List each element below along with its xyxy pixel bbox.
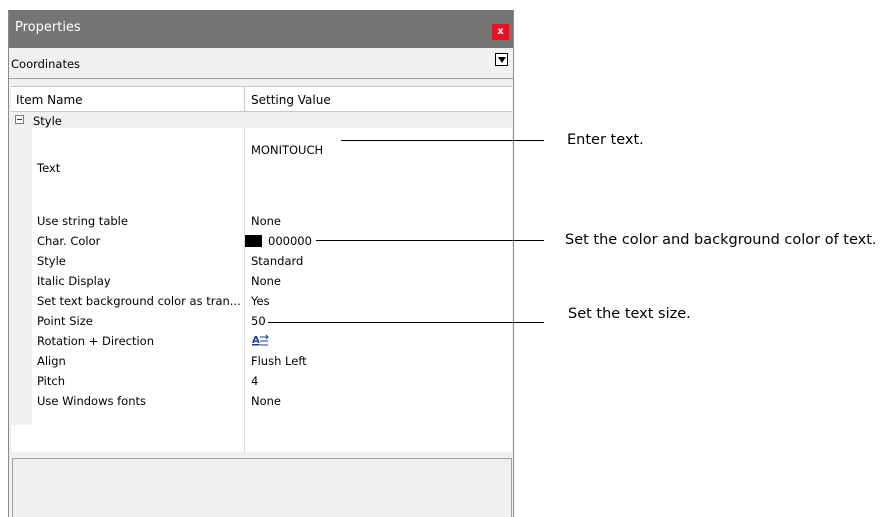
title-bar[interactable]: Properties x	[9, 10, 513, 48]
property-value-text[interactable]: MONITOUCH	[251, 143, 323, 157]
property-name: Style	[37, 254, 66, 268]
callout-line-size	[268, 322, 544, 323]
property-name: Use string table	[37, 214, 128, 228]
property-name: Point Size	[37, 314, 93, 328]
property-name: Italic Display	[37, 274, 111, 288]
property-name: Text	[37, 161, 61, 175]
property-value[interactable]: None	[251, 214, 281, 228]
property-row-style[interactable]: Style Standard	[32, 253, 512, 269]
property-row-align[interactable]: Align Flush Left	[32, 353, 512, 369]
property-row-windows-fonts[interactable]: Use Windows fonts None	[32, 393, 512, 409]
property-row-pitch[interactable]: Pitch 4	[32, 373, 512, 389]
properties-window: Properties x Coordinates Item Name Setti…	[8, 10, 514, 517]
text-direction-icon[interactable]: A	[251, 333, 271, 352]
property-value-point-size[interactable]: 50	[251, 314, 266, 328]
collapse-icon[interactable]	[15, 115, 24, 124]
grid-gutter	[11, 112, 32, 425]
property-row-rotation[interactable]: Rotation + Direction A	[32, 333, 512, 349]
property-value[interactable]: None	[251, 274, 281, 288]
property-value[interactable]: 4	[251, 374, 258, 388]
object-selector[interactable]: Coordinates	[9, 50, 513, 79]
property-name: Char. Color	[37, 234, 101, 248]
property-row-string-table[interactable]: Use string table None	[32, 213, 512, 229]
property-row-transparent-bg[interactable]: Set text background color as tran... Yes	[32, 293, 512, 309]
description-pane	[12, 458, 512, 517]
callout-text-size: Set the text size.	[568, 306, 691, 322]
property-name: Pitch	[37, 374, 65, 388]
property-value[interactable]: Flush Left	[251, 354, 307, 368]
property-value-color[interactable]: 000000	[245, 234, 312, 248]
svg-text:A: A	[252, 335, 260, 346]
dropdown-arrow-icon[interactable]	[495, 53, 508, 66]
property-row-italic[interactable]: Italic Display None	[32, 273, 512, 289]
property-name: Rotation + Direction	[37, 334, 154, 348]
selector-value: Coordinates	[11, 57, 81, 71]
window-title: Properties	[15, 20, 81, 35]
property-name: Use Windows fonts	[37, 394, 147, 408]
category-row-style[interactable]: Style	[11, 112, 512, 128]
property-row-point-size[interactable]: Point Size 50	[32, 313, 512, 329]
header-item-name[interactable]: Item Name	[16, 93, 83, 107]
category-label: Style	[33, 114, 62, 128]
property-value[interactable]: Standard	[251, 254, 303, 268]
close-button[interactable]: x	[492, 24, 509, 40]
column-divider[interactable]	[244, 87, 245, 112]
property-value[interactable]: Yes	[251, 294, 270, 308]
callout-line-color	[316, 240, 544, 241]
callout-enter-text: Enter text.	[567, 132, 644, 148]
callout-line-text	[341, 140, 544, 141]
callout-color: Set the color and background color of te…	[565, 232, 877, 248]
property-name: Set text background color as tran...	[37, 294, 241, 308]
property-name: Align	[37, 354, 66, 368]
header-setting-value[interactable]: Setting Value	[251, 93, 331, 107]
color-swatch	[245, 235, 262, 247]
property-row-char-color[interactable]: Char. Color 000000	[32, 233, 512, 249]
grid-header: Item Name Setting Value	[11, 87, 512, 112]
color-hex: 000000	[268, 234, 312, 248]
property-value[interactable]: None	[251, 394, 281, 408]
